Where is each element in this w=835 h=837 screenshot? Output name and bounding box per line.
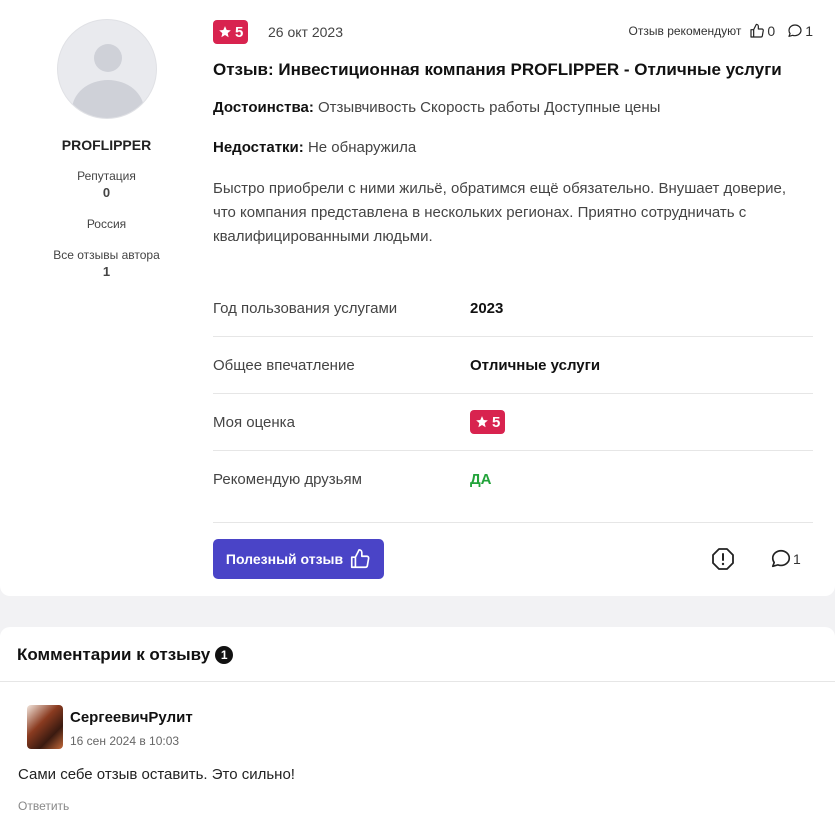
author-avatar[interactable] (57, 19, 157, 119)
detail-label: Общее впечатление (213, 357, 355, 374)
review-date: 26 окт 2023 (268, 24, 343, 40)
detail-row-impression: Общее впечатление Отличные услуги (213, 337, 813, 394)
recommend-value: ДА (470, 471, 492, 488)
commenter-avatar[interactable] (27, 705, 63, 749)
helpful-label: Полезный отзыв (225, 551, 344, 567)
review-body: Быстро приобрели с ними жильё, обратимся… (213, 180, 786, 245)
reputation-value: 0 (102, 185, 111, 200)
thumbs-up-icon[interactable] (749, 23, 765, 39)
my-rating-badge: 5 (470, 410, 506, 434)
comment-icon[interactable] (787, 23, 803, 39)
avatar-placeholder-head (94, 44, 122, 72)
pros: Достоинства: Отзывчивость Скорость работ… (213, 99, 660, 116)
star-icon (219, 26, 231, 38)
detail-label: Год пользования услугами (213, 300, 398, 317)
cons: Недостатки: Не обнаружила (213, 139, 416, 156)
pros-label: Достоинства: (213, 99, 314, 116)
pros-text: Отзывчивость Скорость работы Доступные ц… (318, 99, 661, 116)
review-details-table: Год пользования услугами 2023 Общее впеч… (213, 280, 813, 508)
recommend-block: Отзыв рекомендуют 0 1 (629, 23, 813, 39)
comments-count-top: 1 (805, 23, 813, 39)
detail-label: Моя оценка (213, 414, 295, 431)
comment-date: 16 сен 2024 в 10:03 (70, 734, 180, 748)
review-card: PROFLIPPER Репутация 0 Россия Все отзывы… (0, 0, 835, 596)
comments-title: Комментарии к отзыву (17, 645, 211, 664)
detail-row-recommend: Рекомендую друзьям ДА (213, 451, 813, 508)
avatar-placeholder-body (72, 80, 144, 118)
comments-count-badge: 1 (215, 646, 234, 664)
rating-value: 5 (235, 23, 244, 41)
detail-value: Отличные услуги (470, 357, 601, 374)
comment-text: Сами себе отзыв оставить. Это сильно! (18, 766, 295, 783)
rating-badge: 5 (213, 20, 249, 44)
all-reviews-label[interactable]: Все отзывы автора (0, 248, 213, 262)
my-rating-value: 5 (492, 413, 501, 431)
likes-count: 0 (767, 23, 776, 39)
commenter-name[interactable]: СергеевичРулит (70, 709, 193, 726)
detail-row-my-rating: Моя оценка 5 (213, 394, 813, 451)
comments-count-footer: 1 (793, 551, 801, 567)
reply-link[interactable]: Ответить (18, 799, 69, 813)
detail-value: 2023 (470, 300, 504, 317)
review-meta-row: 5 26 окт 2023 Отзыв рекомендуют 0 1 (213, 20, 813, 44)
comments-section: Комментарии к отзыву 1 СергеевичРулит 16… (0, 627, 835, 837)
author-country: Россия (86, 217, 127, 231)
divider (213, 522, 813, 523)
comments-button[interactable]: 1 (770, 548, 801, 570)
comments-header: Комментарии к отзыву 1 (17, 645, 234, 665)
thumbs-up-icon (351, 549, 370, 569)
recommend-label: Отзыв рекомендуют (628, 24, 742, 38)
detail-row-year: Год пользования услугами 2023 (213, 280, 813, 337)
helpful-review-button[interactable]: Полезный отзыв (213, 539, 384, 579)
star-icon (476, 416, 488, 428)
author-name[interactable]: PROFLIPPER (0, 137, 213, 153)
detail-label: Рекомендую друзьям (213, 471, 362, 488)
divider (0, 681, 835, 682)
cons-label: Недостатки: (213, 139, 304, 156)
review-title: Отзыв: Инвестиционная компания PROFLIPPE… (213, 60, 782, 79)
reputation-label: Репутация (77, 169, 136, 183)
report-icon[interactable] (711, 547, 735, 571)
cons-text: Не обнаружила (307, 139, 417, 156)
all-reviews-count[interactable]: 1 (0, 264, 213, 279)
comment-icon (771, 549, 791, 568)
